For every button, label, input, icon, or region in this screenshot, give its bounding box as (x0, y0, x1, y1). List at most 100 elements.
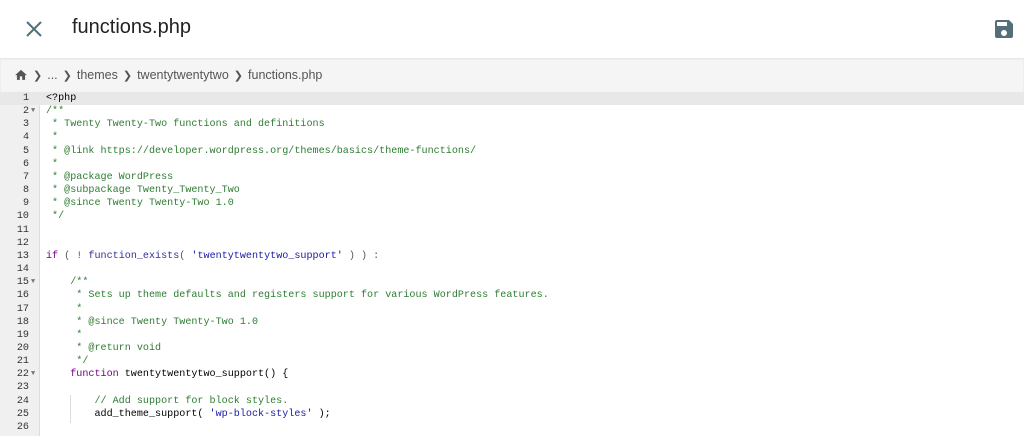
code-token: * @subpackage Twenty_Twenty_Two (46, 185, 240, 197)
fold-arrow-icon[interactable]: ▼ (31, 105, 35, 118)
code-line[interactable]: 11 (0, 224, 1024, 237)
code-token: function_exists (88, 250, 180, 262)
code-token: * @link https://developer.wordpress.org/… (46, 145, 477, 157)
code-token: if (46, 250, 59, 262)
fold-arrow-icon[interactable]: ▼ (31, 276, 35, 289)
code-line[interactable]: 22 ▼ function twentytwentytwo_support() { (0, 368, 1024, 381)
code-line[interactable]: 8 * @subpackage Twenty_Twenty_Two (0, 184, 1024, 197)
code-line[interactable]: 24 // Add support for block styles. (0, 395, 1024, 408)
line-number: 22 (16, 369, 29, 381)
code-line[interactable]: 9 * @since Twenty Twenty-Two 1.0 (0, 197, 1024, 210)
chevron-right-icon: ❯ (233, 69, 244, 82)
code-line[interactable]: 16 * Sets up theme defaults and register… (0, 289, 1024, 302)
code-token: * (46, 158, 59, 170)
editor-header: functions.php (0, 0, 1024, 58)
code-line[interactable]: 6 * (0, 158, 1024, 171)
code-text: <?php (46, 92, 76, 105)
line-number: 13 (16, 250, 29, 262)
breadcrumb-item-twentytwentytwo[interactable]: twentytwentytwo (137, 68, 229, 82)
line-number: 12 (16, 237, 29, 249)
code-token: * Twenty Twenty-Two functions and defini… (46, 119, 325, 131)
code-line[interactable]: 19 * (0, 329, 1024, 342)
line-number: 21 (16, 356, 29, 368)
code-text: * @return void (46, 342, 161, 355)
code-line[interactable]: 4 * (0, 131, 1024, 144)
code-line[interactable]: 1 <?php (0, 92, 1024, 106)
code-token: ); (312, 408, 331, 420)
code-token: ( (179, 250, 192, 262)
save-button[interactable] (992, 17, 1016, 41)
code-line[interactable]: 7 * @package WordPress (0, 171, 1024, 184)
code-line[interactable]: 14 (0, 263, 1024, 276)
code-text: add_theme_support( 'wp-block-styles' ); (46, 408, 331, 421)
line-number: 2 (22, 106, 29, 118)
code-text: */ (46, 355, 88, 368)
code-line[interactable]: 18 * @since Twenty Twenty-Two 1.0 (0, 316, 1024, 329)
line-number: 9 (22, 198, 29, 210)
code-line[interactable]: 25 add_theme_support( 'wp-block-styles' … (0, 408, 1024, 421)
line-number: 10 (16, 211, 29, 223)
code-text: * (46, 131, 58, 144)
code-token: * @since Twenty Twenty-Two 1.0 (46, 316, 259, 328)
line-number: 16 (16, 290, 29, 302)
code-token: * (46, 132, 59, 144)
breadcrumb-item-ellipsis[interactable]: ... (47, 68, 57, 82)
line-number: 15 (16, 277, 29, 289)
code-token: * (46, 303, 83, 315)
code-line[interactable]: 12 (0, 237, 1024, 250)
code-line[interactable]: 21 */ (0, 355, 1024, 368)
code-line[interactable]: 23 (0, 381, 1024, 394)
code-token: twentytwentytwo_support() { (118, 369, 289, 381)
chevron-right-icon: ❯ (33, 69, 43, 82)
code-text: */ (46, 210, 64, 223)
code-line[interactable]: 2 ▼ /** (0, 105, 1024, 118)
breadcrumb-item-current: functions.php (248, 68, 323, 82)
line-number: 25 (16, 408, 29, 420)
line-number: 19 (16, 329, 29, 341)
code-text: /** (46, 105, 64, 118)
code-editor[interactable]: 1 <?php 2 ▼/** 3 * Twenty Twenty-Two functio… (0, 92, 1024, 436)
code-token: // Add support for block styles. (46, 395, 289, 407)
save-icon (995, 20, 1013, 38)
code-lines[interactable]: 1 <?php 2 ▼/** 3 * Twenty Twenty-Two functio… (0, 92, 1024, 434)
fold-arrow-icon[interactable]: ▼ (31, 368, 35, 381)
line-number: 4 (22, 132, 29, 144)
code-line[interactable]: 10 */ (0, 210, 1024, 223)
line-number: 1 (22, 93, 29, 104)
code-text: * Sets up theme defaults and registers s… (46, 289, 549, 302)
code-token: * (46, 329, 83, 341)
code-text: * @package WordPress (46, 171, 173, 184)
code-token: ( ! (58, 250, 89, 262)
line-number: 23 (16, 382, 29, 394)
line-number: 3 (22, 119, 29, 131)
code-text: function twentytwentytwo_support() { (46, 368, 288, 381)
code-text: * @since Twenty Twenty-Two 1.0 (46, 197, 234, 210)
code-text: * (46, 329, 82, 342)
code-line[interactable]: 3 * Twenty Twenty-Two functions and defi… (0, 118, 1024, 131)
code-text: * @subpackage Twenty_Twenty_Two (46, 184, 240, 197)
line-number: 6 (22, 158, 29, 170)
line-number: 18 (16, 316, 29, 328)
line-number: 11 (16, 224, 29, 236)
line-number: 24 (16, 395, 29, 407)
code-token: * @since Twenty Twenty-Two 1.0 (46, 198, 234, 210)
code-text: * @since Twenty Twenty-Two 1.0 (46, 316, 258, 329)
code-text: /** (46, 276, 88, 289)
line-number: 8 (22, 185, 29, 197)
code-line[interactable]: 26 (0, 421, 1024, 434)
code-text: * @link https://developer.wordpress.org/… (46, 145, 476, 158)
breadcrumb-item-themes[interactable]: themes (77, 68, 118, 82)
file-title: functions.php (72, 16, 191, 38)
code-token: * Sets up theme defaults and registers s… (46, 290, 549, 302)
code-line[interactable]: 5 * @link https://developer.wordpress.or… (0, 145, 1024, 158)
code-line[interactable]: 17 * (0, 303, 1024, 316)
code-token: */ (46, 356, 89, 368)
code-line[interactable]: 13 if ( ! function_exists( 'twentytwentyt… (0, 250, 1024, 263)
code-text: // Add support for block styles. (46, 395, 288, 408)
home-icon[interactable] (14, 68, 28, 83)
code-line[interactable]: 20 * @return void (0, 342, 1024, 355)
close-button[interactable] (22, 17, 46, 41)
chevron-right-icon: ❯ (122, 69, 133, 82)
code-line[interactable]: 15 ▼ /** (0, 276, 1024, 289)
indent-guide (70, 395, 71, 423)
